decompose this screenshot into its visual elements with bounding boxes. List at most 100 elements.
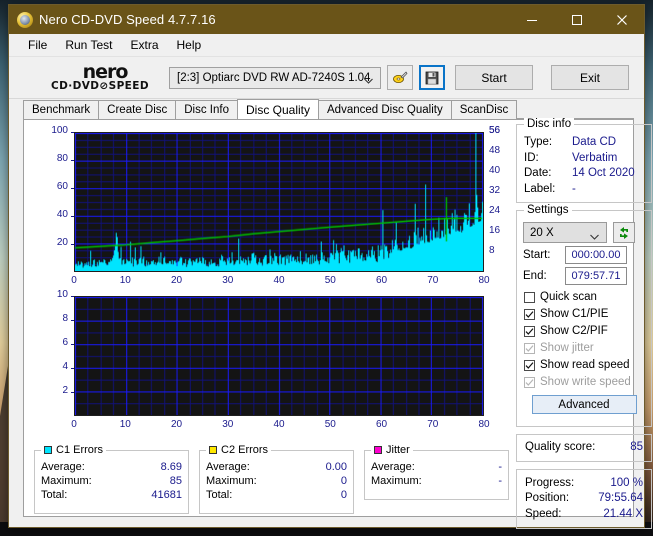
end-input[interactable]: 079:57.71 [565, 267, 627, 285]
progress-group: Progress: 100 % Position: 79:55.64 Speed… [516, 468, 652, 529]
start-button[interactable]: Start [455, 65, 533, 90]
nero-logo: nero CD·DVD⊘SPEED [9, 60, 169, 92]
table-row: Total: 0 [200, 488, 353, 502]
c1-color-swatch [44, 446, 52, 454]
checkbox-label: Show write speed [540, 376, 631, 388]
checkbox-checked-disabled-icon [524, 376, 535, 388]
checkbox-icon [524, 291, 535, 303]
speed-row: Speed: 21.44 X [517, 507, 651, 523]
checkbox-label: Quick scan [540, 291, 597, 303]
c2-plot-canvas [75, 297, 483, 415]
axis-tick-label: 70 [427, 419, 439, 430]
speed-value: 21.44 X [603, 507, 643, 520]
jitter-maximum-key: Maximum: [371, 475, 422, 487]
table-row: Average: - [365, 460, 508, 474]
advanced-button[interactable]: Advanced [531, 395, 637, 414]
chevron-down-icon [364, 75, 373, 84]
start-label: Start: [523, 249, 551, 261]
axis-tick [71, 159, 74, 161]
axis-tick [71, 131, 74, 133]
maximize-icon[interactable] [554, 5, 599, 34]
window-title: Nero CD-DVD Speed 4.7.7.16 [39, 12, 216, 27]
nero-cd-dvd-speed-window: Nero CD-DVD Speed 4.7.7.16 File Run Test… [8, 4, 652, 529]
c2-errors-stats: C2 Errors Average: 0.00 Maximum: 0 Total… [199, 444, 354, 514]
tab-disc-info[interactable]: Disc Info [175, 100, 238, 119]
right-panel: Disc info Type: Data CD ID: Verbatim Dat… [516, 118, 652, 529]
tab-disc-quality[interactable]: Disc Quality [237, 99, 320, 119]
axis-tick-label: 80 [478, 275, 490, 286]
axis-tick-label: 0 [71, 419, 77, 430]
axis-tick-label: 50 [324, 419, 336, 430]
axis-tick-label: 40 [56, 209, 68, 220]
checkbox-show-c1-pie[interactable]: Show C1/PIE [517, 306, 651, 322]
jitter-average-key: Average: [371, 461, 415, 473]
jitter-average-value: - [498, 461, 502, 473]
c1-plot-canvas [75, 133, 483, 271]
axis-tick [71, 391, 74, 393]
settings-legend: Settings [524, 204, 572, 216]
c1-total-key: Total: [41, 489, 68, 501]
axis-tick-label: 60 [375, 275, 388, 286]
c2-errors-legend: C2 Errors [206, 444, 272, 456]
table-row: Average: 8.69 [35, 460, 188, 474]
c2-maximum-value: 0 [340, 475, 347, 487]
tab-benchmark[interactable]: Benchmark [23, 100, 100, 119]
axis-tick-label: 20 [170, 275, 183, 286]
axis-tick-label: 2 [62, 385, 68, 396]
c1-average-key: Average: [41, 461, 85, 473]
axis-tick-label: 32 [489, 185, 501, 196]
axis-tick-label: 56 [489, 125, 501, 136]
refresh-arrows-icon[interactable] [613, 222, 635, 243]
axis-tick [71, 343, 74, 345]
minimize-icon[interactable] [509, 5, 554, 34]
tab-scandisc[interactable]: ScanDisc [450, 100, 518, 119]
drive-select[interactable]: [2:3] Optiarc DVD RW AD-7240S 1.04 [169, 66, 381, 89]
axis-tick-label: 6 [62, 337, 68, 348]
menu-file[interactable]: File [19, 36, 56, 54]
exit-button[interactable]: Exit [551, 65, 629, 90]
axis-tick-label: 8 [62, 313, 68, 324]
axis-tick-label: 20 [56, 237, 68, 248]
checkbox-show-read-speed[interactable]: Show read speed [517, 357, 651, 373]
disc-type-key: Type: [524, 136, 553, 148]
floppy-save-icon[interactable] [419, 65, 445, 90]
axis-tick [71, 295, 74, 297]
c2-maximum-key: Maximum: [206, 475, 257, 487]
close-icon[interactable] [599, 5, 644, 34]
menu-run-test[interactable]: Run Test [56, 36, 121, 54]
checkbox-checked-icon [524, 308, 535, 320]
nero-logo-subtitle: CD·DVD⊘SPEED [51, 79, 149, 92]
c2-total-key: Total: [206, 489, 233, 501]
c1-maximum-key: Maximum: [41, 475, 92, 487]
speed-label: Speed: [525, 507, 562, 520]
c2-average-key: Average: [206, 461, 250, 473]
axis-tick-label: 80 [478, 419, 490, 430]
menu-help[interactable]: Help [168, 36, 211, 54]
speed-select[interactable]: 20 X [523, 222, 607, 243]
checkbox-show-c2-pif[interactable]: Show C2/PIF [517, 323, 651, 339]
tab-create-disc[interactable]: Create Disc [98, 100, 177, 119]
tab-advanced-disc-quality[interactable]: Advanced Disc Quality [318, 100, 452, 119]
checkbox-quick-scan[interactable]: Quick scan [517, 289, 651, 305]
start-input[interactable]: 000:00.00 [565, 246, 627, 264]
axis-tick-label: 0 [71, 275, 77, 286]
table-row: Total: 41681 [35, 488, 188, 502]
table-row: Average: 0.00 [200, 460, 353, 474]
nero-logo-wordmark: nero [82, 60, 129, 83]
c1-total-value: 41681 [151, 489, 182, 501]
table-row: Maximum: 0 [200, 474, 353, 488]
axis-tick-label: 50 [324, 275, 336, 286]
disc-info-group: Disc info Type: Data CD ID: Verbatim Dat… [516, 118, 652, 203]
tab-strip: Benchmark Create Disc Disc Info Disc Qua… [9, 99, 644, 119]
axis-tick-label: 4 [62, 361, 68, 372]
disc-date-value: 14 Oct 2020 [572, 167, 635, 179]
menu-extra[interactable]: Extra [121, 36, 167, 54]
axis-tick-label: 70 [427, 275, 439, 286]
disc-info-legend: Disc info [524, 118, 575, 130]
drive-select-value: [2:3] Optiarc DVD RW AD-7240S 1.04 [177, 71, 371, 84]
c1-errors-legend: C1 Errors [41, 444, 107, 456]
disc-tool-icon[interactable] [387, 65, 413, 90]
checkbox-label: Show jitter [540, 342, 594, 354]
disc-date-key: Date: [524, 167, 552, 179]
c1-errors-stats: C1 Errors Average: 8.69 Maximum: 85 Tota… [34, 444, 189, 514]
